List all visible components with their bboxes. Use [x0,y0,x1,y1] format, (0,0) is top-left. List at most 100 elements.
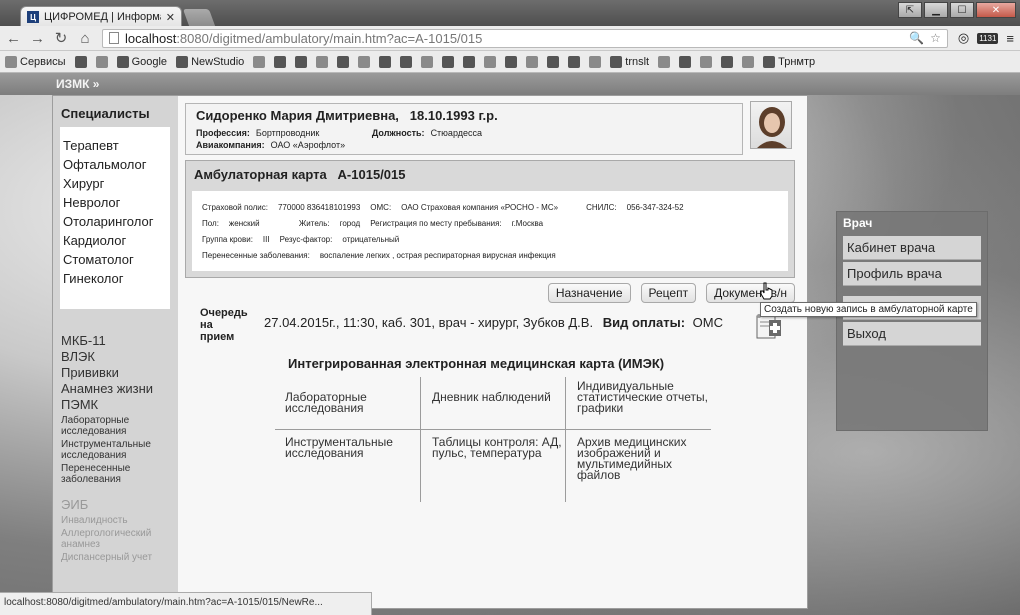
bookmark-services[interactable]: Сервисы [5,55,66,68]
bookmark-b-icon[interactable] [74,55,87,68]
page-viewport: ИЗМК » Специалисты Терапевт Офтальмолог … [0,73,1020,615]
bookmark-icon-15[interactable] [589,55,602,68]
new-tab-button[interactable] [182,9,216,26]
bookmark-gmail-icon[interactable] [568,55,581,68]
imek-statistics-reports[interactable]: Индивидуальные статистические отчеты, гр… [577,380,717,414]
imek-control-tables[interactable]: Таблицы контроля: АД, пульс, температура [432,436,572,459]
bookmark-newstudio[interactable]: NewStudio [176,55,244,68]
bookmark-icon-10[interactable] [463,55,476,68]
recipe-button[interactable]: Рецепт [640,283,697,303]
card-title-line: Амбулаторная карта А-1015/015 [186,161,794,188]
bookmark-trnslt[interactable]: trnslt [610,55,649,68]
imek-media-archive[interactable]: Архив медицинских изображений и мультиме… [577,436,717,481]
bookmark-icon-2[interactable] [295,55,308,68]
menu-doctor-office[interactable]: Кабинет врача [843,236,981,260]
specialist-item[interactable]: Терапевт [60,136,170,155]
menu-logout[interactable]: Выход [843,322,981,346]
specialist-item[interactable]: Отоларинголог [60,212,170,231]
browser-toolbar: ← → ↻ ⌂ localhost:8080/digitmed/ambulato… [0,26,1020,51]
queue-label: Очередь на прием [200,307,248,343]
bookmark-star-icon[interactable]: ☆ [930,31,941,45]
specialist-item[interactable]: Хирург [60,174,170,193]
appointment-button[interactable]: Назначение [547,283,631,303]
bookmark-weather-icon[interactable] [95,55,108,68]
document-button[interactable]: Документ в/н [706,283,795,303]
window-close-icon[interactable]: ✕ [976,2,1016,18]
back-arrow-icon[interactable]: ← [6,30,21,47]
apps-grid-icon [5,55,17,68]
specialist-item[interactable]: Офтальмолог [60,155,170,174]
specialist-item[interactable]: Невролог [60,193,170,212]
specialist-item[interactable]: Стоматолог [60,250,170,269]
blood-row: Группа крови: III Резус-фактор: отрицате… [202,231,778,247]
oms-label: ОМС: [370,202,392,212]
tab-close-icon[interactable]: ✕ [166,11,175,24]
link-dispensary[interactable]: Диспансерный учет [61,552,176,563]
bookmark-icon-7[interactable] [400,55,413,68]
imek-lab-research[interactable]: Лабораторные исследования [285,391,425,414]
link-pemk[interactable]: ПЭМК [61,397,176,413]
bookmark-icon-17[interactable] [700,55,713,68]
imek-instrumental-research[interactable]: Инструментальные исследования [285,436,425,459]
browser-tab[interactable]: Ц ЦИФРОМЕД | Информац ✕ [20,6,182,27]
link-vlek[interactable]: ВЛЭК [61,349,176,365]
bookmark-icon-18[interactable] [721,55,734,68]
minimize-icon[interactable]: ▁ [924,2,948,18]
bookmarks-bar: Сервисы Google NewStudio trnslt Трнмтр [0,51,1020,73]
bookmark-trnmtr[interactable]: Трнмтр [763,55,815,68]
bookmark-icon-19[interactable] [742,55,755,68]
imek-observation-diary[interactable]: Дневник наблюдений [432,391,572,403]
bookmark-google[interactable]: Google [116,55,167,68]
link-life-anamnesis[interactable]: Анамнез жизни [61,381,176,397]
maximize-icon[interactable]: ☐ [950,2,974,18]
specialist-item[interactable]: Кардиолог [60,231,170,250]
breadcrumb[interactable]: ИЗМК » [56,77,99,91]
link-allergy-anamnesis[interactable]: Аллергологический анамнез [61,528,176,550]
specialist-item[interactable]: Гинеколог [60,269,170,288]
link-vaccinations[interactable]: Прививки [61,365,176,381]
forward-arrow-icon[interactable]: → [30,30,45,47]
bookmark-icon-8[interactable] [421,55,434,68]
bookmark-icon-1[interactable] [274,55,287,68]
menu-icon[interactable]: ≡ [1006,31,1014,46]
translate-icon [610,55,623,68]
menu-doctor-profile[interactable]: Профиль врача [843,262,981,286]
imek-title: Интегрированная электронная медицинская … [288,356,665,371]
bookmark-yandex-icon[interactable] [253,55,266,68]
blood-value: III [262,234,270,244]
profession-label: Профессия: [196,128,250,138]
bookmark-wiki-icon[interactable] [679,55,692,68]
bookmark-icon-14[interactable] [547,55,560,68]
bookmark-icon-4[interactable] [337,55,350,68]
link-eib[interactable]: ЭИБ [61,497,176,513]
address-bar[interactable]: localhost:8080/digitmed/ambulatory/main.… [102,28,948,48]
bookmark-icon-13[interactable] [526,55,539,68]
card-actions: Назначение Рецепт Документ в/н [547,283,795,303]
position-label: Должность: [371,128,425,138]
bookmark-icon-5[interactable] [358,55,371,68]
extension-badge[interactable]: 1131 [977,32,999,44]
opera-extension-icon[interactable]: ◎ [958,30,969,46]
link-past-diseases[interactable]: Перенесенные заболевания [61,463,176,485]
top-strip [0,73,1020,95]
bookmark-icon-6[interactable] [379,55,392,68]
newstudio-icon [176,55,189,68]
hand-cursor-icon [760,282,774,300]
blood-label: Группа крови: [202,234,253,244]
restore-icon[interactable]: ⇱ [898,2,922,18]
zoom-search-icon[interactable]: 🔍 [909,31,924,45]
link-instrumental-research[interactable]: Инструментальные исследования [61,439,176,461]
card-number: А-1015/015 [337,167,406,182]
bookmark-icon-3[interactable] [316,55,329,68]
link-mkb[interactable]: МКБ-11 [61,333,176,349]
bookmark-icon-11[interactable] [484,55,497,68]
link-lab-research[interactable]: Лабораторные исследования [61,415,176,437]
home-icon[interactable]: ⌂ [78,30,92,47]
bookmark-icon-16[interactable] [658,55,671,68]
bookmark-icon-9[interactable] [442,55,455,68]
status-bar: localhost:8080/digitmed/ambulatory/main.… [0,592,372,615]
bookmark-icon-12[interactable] [505,55,518,68]
sex-value: женский [228,218,260,228]
reload-icon[interactable]: ↻ [54,29,68,47]
link-disability[interactable]: Инвалидность [61,515,176,526]
